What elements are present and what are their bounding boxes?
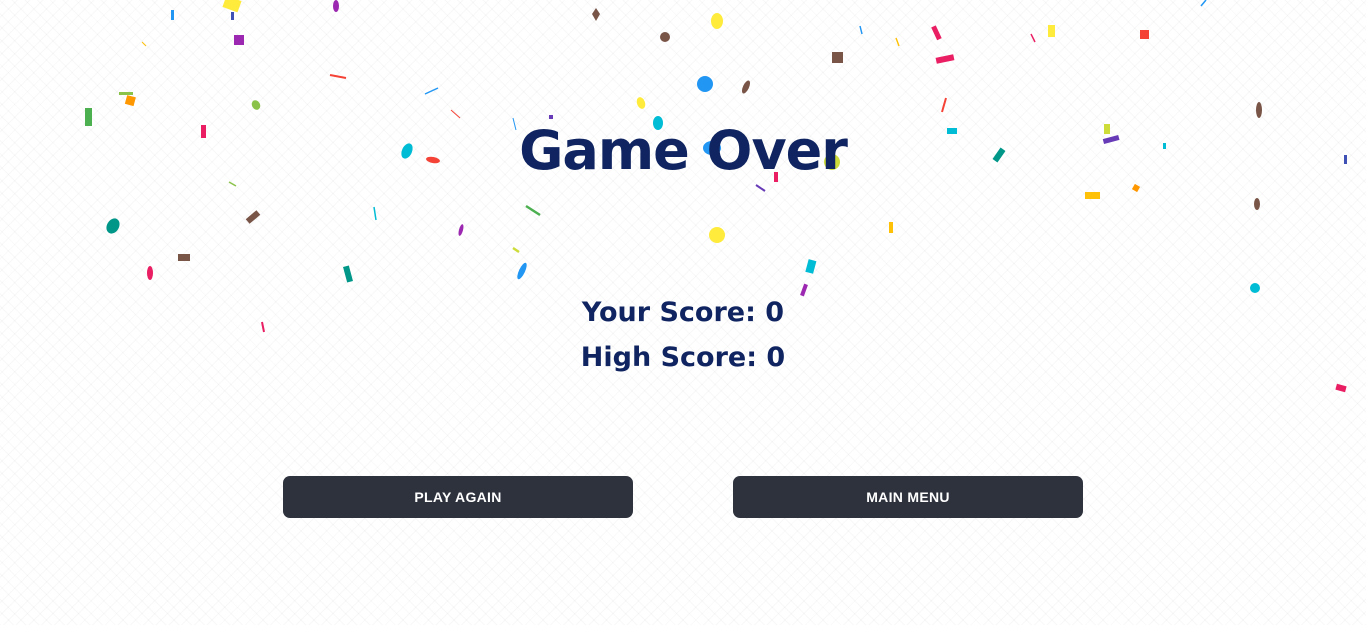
high-score: High Score: 0 [0, 341, 1366, 375]
confetti-piece [333, 0, 339, 12]
confetti-piece [424, 87, 439, 95]
confetti-piece [343, 265, 353, 283]
confetti-piece [450, 109, 461, 119]
confetti-piece [755, 184, 766, 192]
confetti-piece [1250, 283, 1260, 293]
play-again-button[interactable]: PLAY AGAIN [283, 476, 633, 518]
confetti-piece [1254, 198, 1260, 210]
confetti-piece [1131, 183, 1141, 193]
confetti-piece [171, 10, 174, 20]
confetti-piece [119, 92, 133, 95]
confetti-piece [711, 13, 723, 29]
confetti-piece [124, 95, 136, 107]
confetti-piece [800, 283, 808, 297]
confetti-piece [895, 37, 900, 47]
confetti-piece [251, 100, 261, 110]
your-score: Your Score: 0 [0, 296, 1366, 330]
confetti-piece [234, 35, 244, 45]
high-score-label: High Score: [580, 342, 758, 373]
confetti-piece [1085, 192, 1100, 199]
confetti-piece [147, 266, 153, 280]
confetti-piece [231, 12, 234, 20]
confetti-piece [592, 8, 600, 21]
confetti-piece [245, 210, 261, 224]
confetti-piece [1200, 0, 1207, 7]
confetti-piece [1140, 30, 1149, 39]
confetti-piece [517, 262, 527, 280]
confetti-piece [1030, 33, 1036, 43]
confetti-piece [805, 259, 817, 274]
high-score-value: 0 [766, 342, 786, 373]
confetti-piece [931, 25, 942, 41]
confetti-piece [525, 204, 541, 217]
confetti-piece [512, 246, 520, 254]
your-score-label: Your Score: [581, 297, 756, 328]
game-over-screen: Game Over Your Score: 0 High Score: 0 PL… [0, 0, 1366, 625]
confetti-piece [832, 52, 843, 63]
confetti-piece [329, 74, 347, 79]
confetti-piece [697, 76, 713, 92]
your-score-value: 0 [765, 297, 785, 328]
confetti-piece [106, 218, 120, 234]
confetti-piece [178, 254, 190, 261]
confetti-piece [141, 41, 147, 47]
confetti-piece [373, 206, 377, 221]
confetti-piece [458, 224, 464, 236]
confetti-piece [941, 97, 947, 113]
confetti-piece [889, 222, 893, 233]
confetti-piece [660, 32, 670, 42]
confetti-piece [222, 0, 242, 13]
confetti-piece [1335, 383, 1347, 393]
confetti-piece [636, 97, 646, 109]
main-menu-button[interactable]: MAIN MENU [733, 476, 1083, 518]
game-over-title: Game Over [519, 119, 848, 182]
confetti-piece [709, 227, 725, 243]
confetti-piece [1256, 102, 1262, 118]
confetti-piece [859, 25, 863, 35]
confetti-piece [935, 54, 955, 64]
confetti-piece [1048, 25, 1055, 37]
confetti-piece [741, 80, 751, 94]
